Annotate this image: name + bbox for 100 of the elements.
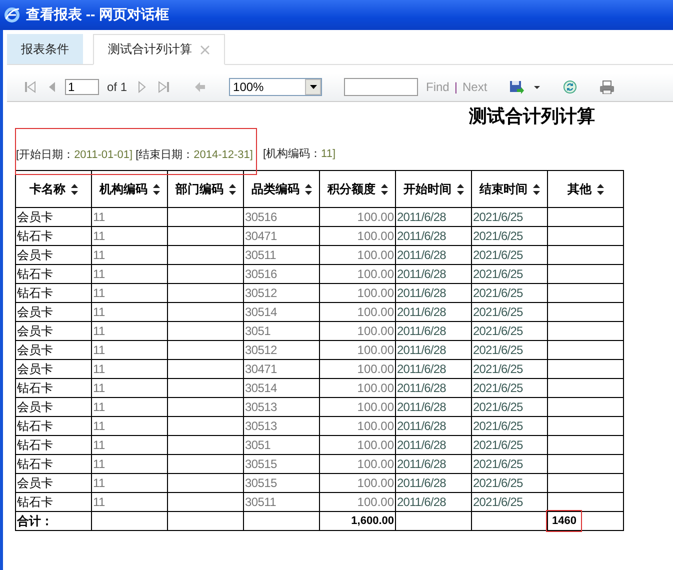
table-cell: 会员卡 <box>16 360 92 378</box>
column-header[interactable]: 结束时间 <box>472 170 548 208</box>
table-cell: 100.00 <box>320 246 396 264</box>
table-cell: 2021/6/25 <box>472 416 548 436</box>
table-cell: 2011/6/28 <box>396 378 472 398</box>
sort-icon[interactable] <box>304 184 312 195</box>
tab[interactable]: 报表条件 <box>7 34 83 64</box>
sort-icon[interactable] <box>70 184 78 195</box>
column-header[interactable]: 机构编码 <box>92 170 168 208</box>
separator: | <box>454 80 458 94</box>
table-cell: 30513 <box>244 398 320 416</box>
table-cell: 2021/6/25 <box>472 378 548 398</box>
table-cell: 100.00 <box>320 302 396 322</box>
tab[interactable]: 测试合计列计算 <box>93 34 225 65</box>
table-cell: 100.00 <box>320 360 396 378</box>
table-cell: 2021/6/25 <box>472 398 548 416</box>
table-cell: 30513 <box>244 416 320 436</box>
table-cell: 30512 <box>244 340 320 360</box>
table-cell: 100.00 <box>320 226 396 246</box>
table-cell: 钻石卡 <box>16 378 92 398</box>
table-cell: 2011/6/28 <box>396 208 472 226</box>
sort-icon[interactable] <box>228 184 236 195</box>
table-cell: 3051 <box>244 436 320 454</box>
table-cell: 会员卡 <box>16 398 92 416</box>
table-cell: 11 <box>92 492 168 512</box>
total-cell: 1,600.00 <box>320 512 396 530</box>
table-cell: 11 <box>92 436 168 454</box>
table-cell: 2021/6/25 <box>472 322 548 340</box>
table-cell: 3051 <box>244 322 320 340</box>
table-cell: 30471 <box>244 360 320 378</box>
column-header[interactable]: 部门编码 <box>168 170 244 208</box>
table-cell: 30471 <box>244 226 320 246</box>
table-cell: 2011/6/28 <box>396 340 472 360</box>
table-cell: 2011/6/28 <box>396 436 472 454</box>
caret-icon[interactable] <box>310 85 317 89</box>
table-cell: 11 <box>92 226 168 246</box>
column-header[interactable]: 积分额度 <box>320 170 396 208</box>
table-cell: 11 <box>92 360 168 378</box>
table-cell: 100.00 <box>320 378 396 398</box>
table-cell: 2021/6/25 <box>472 454 548 474</box>
column-header[interactable]: 其他 <box>548 170 624 208</box>
report-title: 测试合计列计算 <box>468 105 595 126</box>
table-cell: 11 <box>92 284 168 302</box>
table-cell: 100.00 <box>320 398 396 416</box>
table-cell: 会员卡 <box>16 246 92 264</box>
sort-icon[interactable] <box>456 184 464 195</box>
table-cell: 钻石卡 <box>16 226 92 246</box>
table-cell: 会员卡 <box>16 302 92 322</box>
table-cell: 2021/6/25 <box>472 436 548 454</box>
table-cell: 30516 <box>244 208 320 226</box>
sort-icon[interactable] <box>152 184 160 195</box>
table-cell: 2011/6/28 <box>396 360 472 378</box>
table-cell: 11 <box>92 340 168 360</box>
save-icon[interactable] <box>509 80 526 94</box>
zoom-dropdown[interactable]: 100% <box>229 78 322 96</box>
table-cell: 100.00 <box>320 264 396 284</box>
table-cell: 100.00 <box>320 416 396 436</box>
table-cell: 11 <box>92 474 168 492</box>
refresh-icon[interactable] <box>563 80 578 94</box>
table-cell: 2021/6/25 <box>472 474 548 492</box>
table-cell: 2011/6/28 <box>396 264 472 284</box>
table-cell: 100.00 <box>320 340 396 360</box>
table-cell: 11 <box>92 454 168 474</box>
table-cell: 30511 <box>244 246 320 264</box>
table-cell: 2021/6/25 <box>472 246 548 264</box>
table-cell: 100.00 <box>320 436 396 454</box>
column-header[interactable]: 品类编码 <box>244 170 320 208</box>
table-cell: 钻石卡 <box>16 264 92 284</box>
table-cell: 会员卡 <box>16 340 92 360</box>
table-cell: 钻石卡 <box>16 454 92 474</box>
table-cell: 30514 <box>244 302 320 322</box>
table-cell: 2011/6/28 <box>396 492 472 512</box>
browser-icon <box>4 7 20 23</box>
sort-icon[interactable] <box>596 184 604 195</box>
table-cell: 11 <box>92 398 168 416</box>
print-icon[interactable] <box>599 80 616 94</box>
table-cell: 2021/6/25 <box>472 284 548 302</box>
table-cell: 11 <box>92 378 168 398</box>
table-cell: 会员卡 <box>16 208 92 226</box>
page-field[interactable]: 1 <box>65 79 99 95</box>
column-header[interactable]: 卡名称 <box>16 170 92 208</box>
table-cell: 30515 <box>244 474 320 492</box>
table-cell: 11 <box>92 322 168 340</box>
table-cell: 会员卡 <box>16 322 92 340</box>
table-cell: 2011/6/28 <box>396 416 472 436</box>
table-cell: 11 <box>92 302 168 322</box>
table-cell: 2011/6/28 <box>396 226 472 246</box>
sort-icon[interactable] <box>532 184 540 195</box>
table-cell: 30515 <box>244 454 320 474</box>
total-cell: 1460 <box>549 513 580 529</box>
column-header[interactable]: 开始时间 <box>396 170 472 208</box>
find-field[interactable] <box>344 78 418 96</box>
table-cell: 2021/6/25 <box>472 208 548 226</box>
table-cell: 30516 <box>244 264 320 284</box>
table-cell: 2011/6/28 <box>396 284 472 302</box>
sort-icon[interactable] <box>380 184 388 195</box>
table-cell: 2011/6/28 <box>396 474 472 492</box>
table-cell: 2011/6/28 <box>396 302 472 322</box>
table-cell: 2021/6/25 <box>472 492 548 512</box>
table-cell: 100.00 <box>320 322 396 340</box>
